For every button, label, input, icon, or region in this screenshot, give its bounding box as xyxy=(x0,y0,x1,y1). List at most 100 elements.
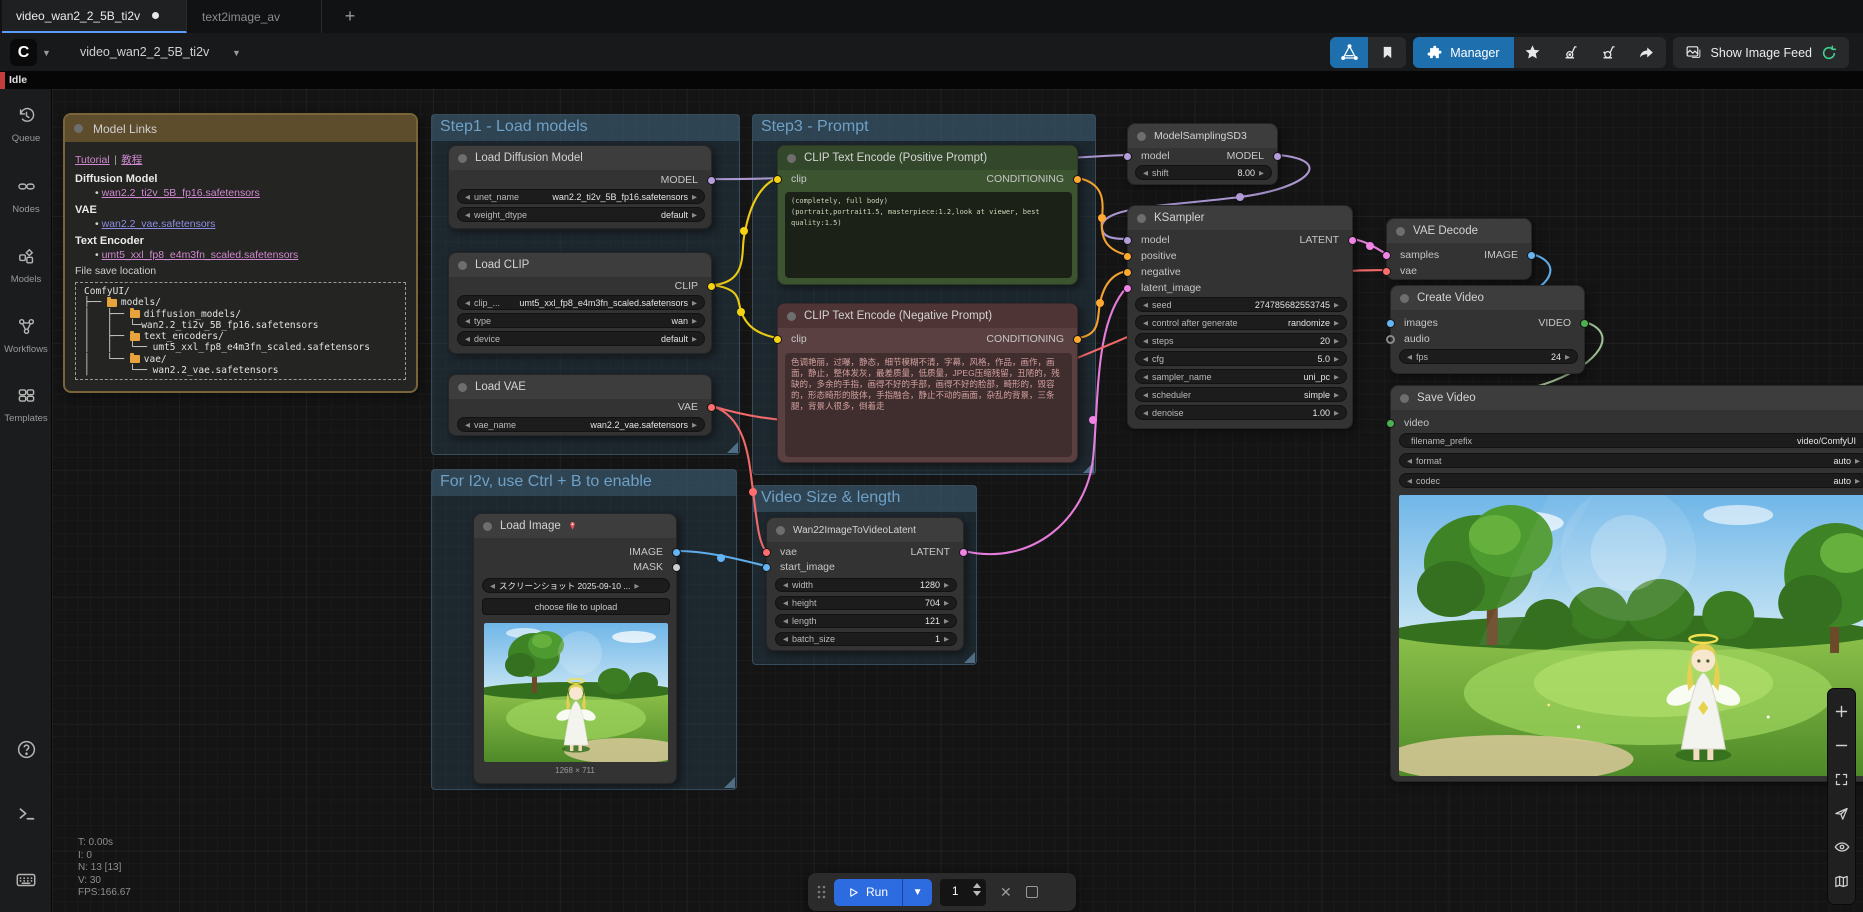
widget-image-file[interactable]: スクリーンショット 2025-09-10 ... xyxy=(482,578,670,593)
node-title-bar[interactable]: Model Links xyxy=(65,115,416,142)
widget-vae-name[interactable]: vae_namewan2.2_vae.safetensors xyxy=(457,417,705,432)
widget-filename-prefix[interactable]: filename_prefixvideo/ComfyUI xyxy=(1399,433,1863,448)
group-title[interactable]: Step3 - Prompt xyxy=(761,118,869,136)
group-resize-handle[interactable] xyxy=(727,442,738,453)
input-port-positive[interactable] xyxy=(1123,252,1132,261)
collapse-dot-icon[interactable] xyxy=(458,383,467,392)
sidebar-item-models[interactable]: Models xyxy=(0,247,52,285)
widget-format[interactable]: formatauto xyxy=(1399,453,1863,468)
node-title-bar[interactable]: ModelSamplingSD3 xyxy=(1128,124,1277,148)
output-port-image[interactable] xyxy=(672,548,681,557)
output-port-video[interactable] xyxy=(1580,319,1589,328)
output-port-model[interactable] xyxy=(707,176,716,185)
widget-clip-name[interactable]: clip_...umt5_xxl_fp8_e4m3fn_scaled.safet… xyxy=(457,295,705,310)
widget-width[interactable]: width1280 xyxy=(775,578,957,592)
output-port-image[interactable] xyxy=(1527,251,1536,260)
input-port-start-image[interactable] xyxy=(762,563,771,572)
widget-weight-dtype[interactable]: weight_dtypedefault xyxy=(457,207,705,222)
input-port-images[interactable] xyxy=(1386,319,1395,328)
node-title-bar[interactable]: Wan22ImageToVideoLatent xyxy=(767,518,963,542)
output-port-vae[interactable] xyxy=(707,403,716,412)
collapse-dot-icon[interactable] xyxy=(1396,227,1405,236)
group-title[interactable]: For I2v, use Ctrl + B to enable xyxy=(440,473,652,491)
widget-sampler-name[interactable]: sampler_nameuni_pc xyxy=(1135,369,1347,384)
clear-vram-button[interactable] xyxy=(1552,37,1590,68)
input-port-clip[interactable] xyxy=(773,175,782,184)
input-port-vae[interactable] xyxy=(762,548,771,557)
widget-control-after-generate[interactable]: control after generaterandomize xyxy=(1135,315,1347,330)
run-button[interactable]: Run xyxy=(834,879,902,906)
widget-shift[interactable]: shift8.00 xyxy=(1135,165,1272,180)
batch-count-input[interactable]: 1 xyxy=(940,879,986,906)
widget-unet-name[interactable]: unet_namewan2.2_ti2v_5B_fp16.safetensors xyxy=(457,189,705,204)
sidebar-item-templates[interactable]: Templates xyxy=(0,386,52,424)
show-image-feed-button[interactable]: Show Image Feed xyxy=(1673,37,1849,68)
collapse-dot-icon[interactable] xyxy=(74,124,83,133)
collapse-dot-icon[interactable] xyxy=(458,261,467,270)
group-title[interactable]: Video Size & length xyxy=(761,489,900,507)
collapse-dot-icon[interactable] xyxy=(1137,132,1146,141)
node-title-bar[interactable]: CLIP Text Encode (Negative Prompt) xyxy=(778,304,1077,328)
drag-handle-icon[interactable] xyxy=(816,884,826,900)
widget-device[interactable]: devicedefault xyxy=(457,331,705,346)
sidebar-item-nodes[interactable]: Nodes xyxy=(0,177,52,215)
zoom-in-button[interactable] xyxy=(1831,701,1853,723)
node-title-bar[interactable]: Load Image xyxy=(474,514,676,538)
share-button[interactable] xyxy=(1628,37,1666,68)
manager-button[interactable]: Manager xyxy=(1413,37,1513,68)
vae-download-link[interactable]: wan2.2_vae.safetensors xyxy=(102,218,216,230)
input-port-model[interactable] xyxy=(1123,152,1132,161)
chevron-down-icon[interactable]: ▼ xyxy=(232,48,241,58)
group-resize-handle[interactable] xyxy=(1083,462,1094,473)
fit-view-button[interactable] xyxy=(1831,769,1853,791)
upload-image-button[interactable]: choose file to upload xyxy=(482,598,670,615)
input-port-video[interactable] xyxy=(1386,419,1395,428)
select-mode-button[interactable] xyxy=(1831,802,1853,824)
collapse-dot-icon[interactable] xyxy=(787,312,796,321)
group-resize-handle[interactable] xyxy=(964,652,975,663)
node-title-bar[interactable]: Load CLIP xyxy=(449,253,711,277)
chevron-down-icon[interactable]: ▼ xyxy=(42,48,51,58)
widget-codec[interactable]: codecauto xyxy=(1399,473,1863,488)
collapse-dot-icon[interactable] xyxy=(787,154,796,163)
toggle-links-button[interactable] xyxy=(1831,836,1853,858)
output-port-clip[interactable] xyxy=(707,282,716,291)
output-port-latent[interactable] xyxy=(959,548,968,557)
collapse-dot-icon[interactable] xyxy=(1400,294,1409,303)
input-port-latent-image[interactable] xyxy=(1123,284,1132,293)
widget-type[interactable]: typewan xyxy=(457,313,705,328)
collapse-dot-icon[interactable] xyxy=(483,522,492,531)
tab-text2image-av[interactable]: text2image_av xyxy=(188,0,322,33)
widget-seed[interactable]: seed274785682553745 xyxy=(1135,297,1347,312)
group-title[interactable]: Step1 - Load models xyxy=(440,118,588,136)
input-port-samples[interactable] xyxy=(1382,251,1391,260)
input-port-model[interactable] xyxy=(1123,236,1132,245)
sidebar-item-queue[interactable]: Queue xyxy=(0,106,52,144)
zoom-out-button[interactable] xyxy=(1831,735,1853,757)
widget-steps[interactable]: steps20 xyxy=(1135,333,1347,348)
output-port-latent[interactable] xyxy=(1348,236,1357,245)
node-title-bar[interactable]: CLIP Text Encode (Positive Prompt) xyxy=(778,146,1077,170)
sidebar-item-workflows[interactable]: Workflows xyxy=(0,317,52,355)
group-resize-handle[interactable] xyxy=(724,777,735,788)
widget-scheduler[interactable]: schedulersimple xyxy=(1135,387,1347,402)
widget-cfg[interactable]: cfg5.0 xyxy=(1135,351,1347,366)
refresh-loop-icon[interactable] xyxy=(1821,45,1837,61)
widget-height[interactable]: height704 xyxy=(775,596,957,610)
node-title-bar[interactable]: Load Diffusion Model xyxy=(449,146,711,170)
workflow-name[interactable]: video_wan2_2_5B_ti2v xyxy=(80,45,209,59)
image-preview[interactable] xyxy=(484,623,668,762)
collapse-dot-icon[interactable] xyxy=(458,154,467,163)
bookmark-button[interactable] xyxy=(1368,37,1406,68)
tab-video-wan2-2-5b-ti2v[interactable]: video_wan2_2_5B_ti2v xyxy=(2,0,187,33)
widget-length[interactable]: length121 xyxy=(775,614,957,628)
widget-batch-size[interactable]: batch_size1 xyxy=(775,632,957,646)
positive-prompt-textarea[interactable]: (completely, full body) (portrait,portra… xyxy=(785,192,1072,278)
output-port-model[interactable] xyxy=(1273,152,1282,161)
input-port-clip[interactable] xyxy=(773,335,782,344)
output-port-conditioning[interactable] xyxy=(1073,335,1082,344)
node-title-bar[interactable]: Load VAE xyxy=(449,375,711,399)
output-port-conditioning[interactable] xyxy=(1073,175,1082,184)
collapse-dot-icon[interactable] xyxy=(1400,394,1409,403)
new-tab-button[interactable]: + xyxy=(332,0,368,33)
